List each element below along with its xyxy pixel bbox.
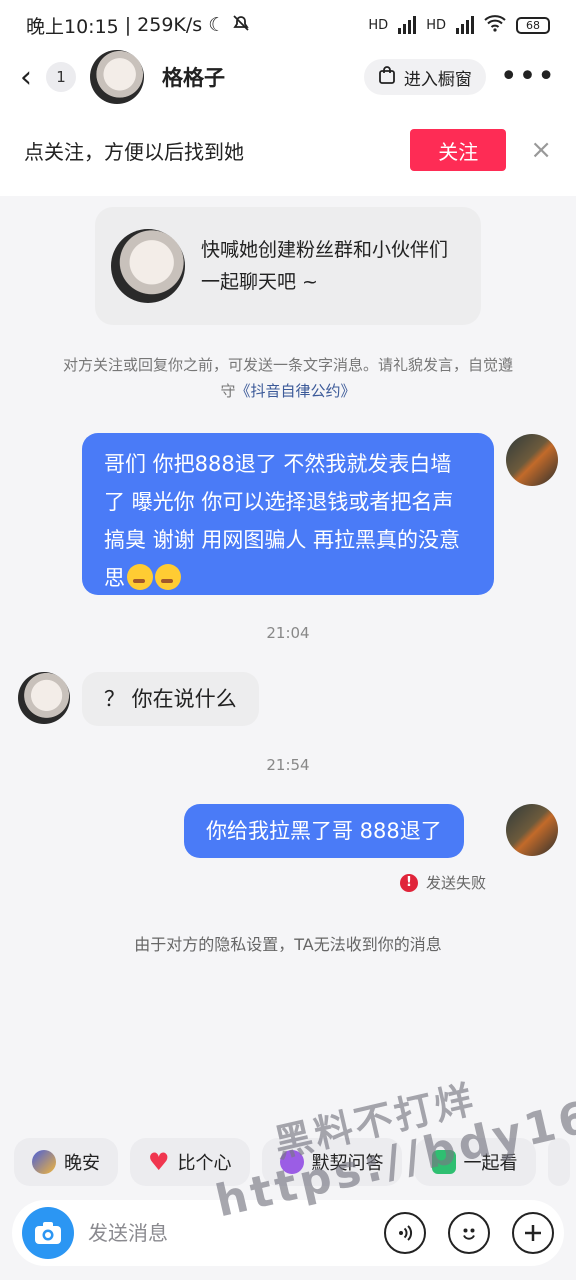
quick-reply-label: 默契问答 [311, 1153, 384, 1174]
emoji-button[interactable] [448, 1212, 490, 1254]
follow-prompt-text: 点关注，方便以后找到她 [24, 139, 244, 164]
voice-button[interactable] [384, 1212, 426, 1254]
add-button[interactable] [512, 1212, 554, 1254]
emoji-icon [463, 1228, 475, 1240]
do-not-disturb-icon: ☾ [208, 14, 226, 36]
back-icon[interactable]: ‹ [20, 60, 40, 95]
fan-group-invite-card[interactable]: 快喊她创建粉丝群和小伙伴们一起聊天吧 ~ [95, 207, 481, 325]
status-bar: 晚上10:15 | 259K/s ☾ HD HD 68 [0, 0, 576, 50]
send-failed-text: 发送失败 [426, 874, 487, 892]
quick-reply-bar: 晚安 ♥ 比个心 默契问答 一起看 [14, 1138, 576, 1186]
quick-reply-more[interactable] [547, 1138, 570, 1186]
timestamp: 21:54 [266, 756, 310, 774]
camera-button[interactable] [22, 1207, 74, 1259]
sleepy-emoji-icon [155, 564, 181, 590]
camera-icon [35, 1222, 61, 1244]
purple-sticker-icon [279, 1150, 304, 1174]
shopping-bag-icon [378, 65, 396, 90]
quick-reply-label: 晚安 [64, 1153, 100, 1174]
status-left: 晚上10:15 | 259K/s ☾ [26, 12, 251, 39]
signal-label-2: HD [426, 17, 446, 33]
status-divider: | [124, 14, 132, 36]
quick-reply-heart[interactable]: ♥ 比个心 [130, 1138, 250, 1186]
signal-label-1: HD [368, 17, 389, 33]
chat-header: ‹ 1 格格子 进入橱窗 ••• [0, 50, 576, 104]
quick-reply-label: 比个心 [177, 1153, 232, 1174]
moon-icon [32, 1150, 56, 1174]
signal-strength-icon [398, 16, 417, 34]
mute-icon [231, 13, 251, 38]
sleepy-emoji-icon [127, 564, 153, 590]
message-input-bar [12, 1200, 564, 1266]
follow-prompt: 点关注，方便以后找到她 关注 × [0, 104, 576, 196]
timestamp: 21:04 [266, 624, 310, 642]
quick-reply-good-night[interactable]: 晚安 [14, 1138, 118, 1186]
message-limit-notice: 对方关注或回复你之前，可发送一条文字消息。请礼貌发言，自觉遵守《抖音自律公约》 [60, 352, 516, 404]
heart-icon: ♥ [148, 1148, 170, 1176]
battery-icon: 68 [516, 16, 550, 34]
wifi-icon [484, 14, 506, 36]
send-failed-status[interactable]: ! 发送失败 [400, 872, 486, 893]
message-bubble-sent[interactable]: 你给我拉黑了哥 888退了 [184, 804, 464, 858]
voice-icon [399, 1225, 413, 1241]
message-bubble-sent[interactable]: 哥们 你把888退了 不然我就发表白墙了 曝光你 你可以选择退钱或者把名声搞臭 … [82, 433, 494, 595]
status-right: HD HD 68 [368, 14, 550, 36]
shop-window-label: 进入橱窗 [403, 69, 472, 90]
more-options-icon[interactable]: ••• [500, 62, 556, 92]
privacy-notice: 由于对方的隐私设置，TA无法收到你的消息 [134, 935, 442, 954]
network-speed: 259K/s [137, 14, 203, 36]
my-avatar[interactable] [506, 434, 558, 486]
unread-badge: 1 [46, 62, 76, 92]
contact-name[interactable]: 格格子 [162, 62, 225, 92]
close-icon[interactable]: × [530, 135, 552, 165]
shop-window-button[interactable]: 进入橱窗 [363, 59, 486, 95]
sofa-icon [431, 1150, 456, 1174]
status-time: 晚上10:15 [26, 15, 119, 38]
message-bubble-received[interactable]: ？ 你在说什么 [82, 672, 259, 726]
invite-text: 快喊她创建粉丝群和小伙伴们一起聊天吧 ~ [201, 239, 449, 293]
signal-strength-icon-2 [456, 16, 474, 34]
quick-reply-quiz[interactable]: 默契问答 [261, 1138, 402, 1186]
quick-reply-label: 一起看 [463, 1153, 518, 1174]
quick-reply-watch-together[interactable]: 一起看 [413, 1138, 536, 1186]
contact-avatar[interactable] [90, 50, 144, 104]
my-avatar[interactable] [506, 804, 558, 856]
message-input[interactable] [88, 1221, 362, 1245]
error-icon: ! [400, 873, 418, 892]
community-guidelines-link[interactable]: 《抖音自律公约》 [236, 382, 356, 400]
invite-avatar [111, 229, 185, 303]
follow-button[interactable]: 关注 [410, 129, 507, 171]
contact-avatar-message[interactable] [18, 672, 70, 724]
plus-icon [525, 1225, 541, 1241]
